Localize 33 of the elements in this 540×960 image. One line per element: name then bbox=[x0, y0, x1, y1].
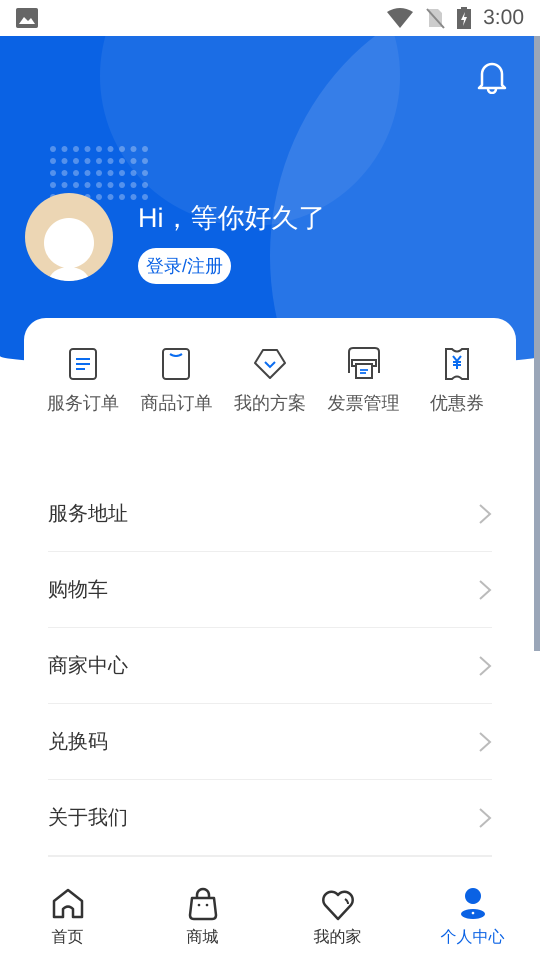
greeting-text: Hi，等你好久了 bbox=[138, 202, 326, 235]
chevron-right-icon bbox=[478, 806, 492, 828]
image-icon bbox=[16, 8, 38, 28]
action-label[interactable]: 发票管理 bbox=[328, 390, 400, 417]
menu-label: 购物车 bbox=[48, 578, 108, 602]
menu-item[interactable]: 商家中心 bbox=[48, 628, 492, 704]
nav-tab[interactable]: 首页 bbox=[0, 880, 135, 960]
menu-label: 关于我们 bbox=[48, 806, 128, 830]
login-button[interactable]: 登录/注册 bbox=[138, 248, 232, 284]
no-sim-icon bbox=[425, 7, 446, 29]
status-time: 3:00 bbox=[483, 5, 524, 32]
action-label[interactable]: 优惠券 bbox=[430, 390, 484, 417]
chevron-right-icon bbox=[478, 654, 492, 676]
menu-label: 商家中心 bbox=[48, 654, 128, 678]
menu-item[interactable]: 关于我们 bbox=[48, 780, 492, 856]
menu-label: 服务地址 bbox=[48, 502, 128, 526]
action-label[interactable]: 商品订单 bbox=[140, 390, 212, 417]
nav-tab[interactable]: 我的家 bbox=[270, 880, 405, 960]
chevron-right-icon bbox=[478, 730, 492, 752]
menu-item[interactable]: 服务地址 bbox=[48, 476, 492, 552]
nav-tab[interactable]: 商城 bbox=[135, 880, 270, 960]
menu-label: 兑换码 bbox=[48, 730, 108, 754]
chevron-right-icon bbox=[478, 502, 492, 524]
diamond-icon[interactable] bbox=[252, 346, 288, 382]
wifi-icon bbox=[387, 8, 414, 28]
menu-item[interactable]: 兑换码 bbox=[48, 704, 492, 780]
chevron-right-icon bbox=[478, 578, 492, 600]
nav-tab[interactable]: 个人中心 bbox=[405, 880, 540, 960]
printer-icon[interactable] bbox=[346, 346, 382, 382]
action-label[interactable]: 服务订单 bbox=[46, 390, 119, 417]
action-label[interactable]: 我的方案 bbox=[234, 390, 306, 417]
menu-item[interactable]: 购物车 bbox=[48, 552, 492, 628]
battery-icon bbox=[457, 7, 472, 29]
